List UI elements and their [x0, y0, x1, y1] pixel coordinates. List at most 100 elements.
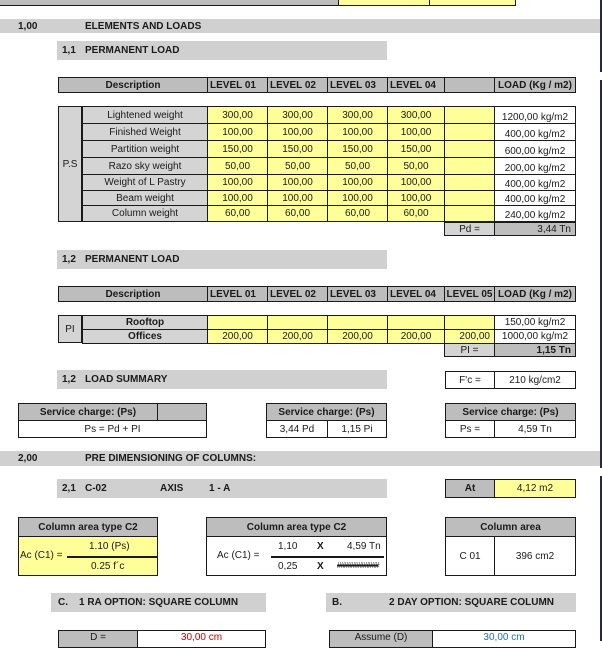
header-load: LOAD (Kg / m2)	[494, 286, 576, 302]
subsection-header-column: 2,1 C-02 AXIS 1 - A	[57, 479, 387, 498]
table1-cell-l3: 300,00	[327, 106, 388, 124]
option-c-d-label: D =	[58, 630, 138, 648]
group-label-pi: PI	[58, 315, 82, 343]
table1-cell-blank	[444, 123, 495, 141]
table1-cell-l1: 50,00	[207, 157, 268, 175]
table1-cell-blank	[444, 205, 495, 222]
table1-cell-l2: 150,00	[267, 140, 328, 158]
group-label-ps: P.S	[58, 106, 82, 222]
table1-cell-load: 600,00 kg/m2	[494, 140, 576, 158]
header-description: Description	[58, 286, 208, 302]
subsection-title: PERMANENT LOAD	[85, 45, 180, 56]
service-charge-3-value: 4,59 Tn	[494, 420, 576, 438]
table1-cell-l2: 300,00	[267, 106, 328, 124]
table1-cell-l4: 50,00	[387, 157, 445, 175]
table1-cell-l4: 300,00	[387, 106, 445, 124]
header-level-05: LEVEL 05	[444, 286, 495, 302]
header-level-03: LEVEL 03	[327, 286, 388, 302]
subsection-number: 2,1	[62, 483, 76, 494]
table2-cell-description: Offices	[82, 329, 208, 344]
top-cut-row-label	[0, 0, 338, 6]
header-level-04: LEVEL 04	[387, 77, 445, 93]
axis-label: AXIS	[160, 483, 184, 494]
numerator-multiply: X	[317, 541, 324, 552]
table1-cell-l3: 60,00	[327, 205, 388, 222]
service-charge-3-label: Ps =	[445, 420, 495, 438]
service-charge-1-blank	[157, 403, 207, 421]
table1-cell-l2: 60,00	[267, 205, 328, 222]
header-load: LOAD (Kg / m2)	[494, 77, 576, 93]
table1-cell-blank	[444, 190, 495, 206]
option-b-assume-label: Assume (D)	[329, 630, 433, 648]
header-description: Description	[58, 77, 208, 93]
option-number: C.	[58, 597, 68, 608]
table1-cell-load: 1200,00 kg/m2	[494, 106, 576, 124]
table1-cell-load: 400,00 kg/m2	[494, 174, 576, 191]
column-area-2-title: Column area type C2	[206, 517, 387, 537]
subsection-title: PERMANENT LOAD	[85, 254, 180, 265]
table1-cell-l4: 150,00	[387, 140, 445, 158]
pd-label: Pd =	[444, 222, 495, 236]
pi-value: 1,15 Tn	[494, 343, 576, 357]
column-id: C-02	[85, 483, 107, 494]
table1-cell-description: Column weight	[82, 205, 208, 222]
top-cut-row-value-1	[338, 0, 430, 6]
table2-cell-load: 1000,00 kg/m2	[494, 329, 576, 344]
table1-cell-l4: 100,00	[387, 123, 445, 141]
table1-cell-description: Lightened weight	[82, 106, 208, 124]
table1-cell-load: 400,00 kg/m2	[494, 123, 576, 141]
fc-label: F'c =	[445, 371, 495, 389]
table2-cell-l3	[327, 315, 388, 330]
denominator-fc-overflow: ############	[337, 561, 379, 570]
section-number: 2,00	[18, 453, 38, 464]
table2-cell-l3: 200,00	[327, 329, 388, 344]
option-title: 1 RA OPTION: SQUARE COLUMN	[79, 597, 239, 608]
table1-cell-blank	[444, 140, 495, 158]
numerator-factor: 1,10	[278, 541, 298, 552]
section-title: ELEMENTS AND LOADS	[85, 20, 202, 32]
header-level-01: LEVEL 01	[207, 286, 268, 302]
at-value: 4,12 m2	[494, 479, 576, 498]
table1-cell-blank	[444, 106, 495, 124]
table1-cell-l2: 100,00	[267, 190, 328, 206]
table1-cell-blank	[444, 157, 495, 175]
table1-cell-l1: 300,00	[207, 106, 268, 124]
table1-cell-l4: 100,00	[387, 174, 445, 191]
column-area-3-name: C 01	[445, 536, 495, 576]
service-charge-1-formula: Ps = Pd + PI	[18, 420, 207, 438]
option-b-assume-value: 30,00 cm	[432, 630, 576, 648]
pd-value: 3,44 Tn	[494, 222, 576, 236]
header-level-02: LEVEL 02	[267, 77, 328, 93]
fraction-bar	[67, 556, 157, 558]
header-blank	[444, 77, 495, 93]
option-c-d-value: 30,00 cm	[137, 630, 266, 648]
service-charge-3-title: Service charge: (Ps)	[445, 403, 576, 421]
header-level-04: LEVEL 04	[387, 286, 445, 302]
subsection-number: 1,1	[62, 45, 76, 56]
column-area-3-value: 396 cm2	[494, 536, 576, 576]
column-area-1-formula: Ac (C1) = 1.10 (Ps) 0.25 f´c	[18, 536, 158, 576]
table1-cell-l4: 100,00	[387, 190, 445, 206]
subsection-header-permanent-load-2: 1,2 PERMANENT LOAD	[57, 250, 387, 269]
section-number: 1,00	[18, 20, 38, 32]
table2-cell-l4: 200,00	[387, 329, 445, 344]
table2-cell-l1	[207, 315, 268, 330]
header-level-01: LEVEL 01	[207, 77, 268, 93]
table1-cell-description: Razo sky weight	[82, 157, 208, 175]
subsection-title: LOAD SUMMARY	[85, 374, 168, 385]
table1-cell-l1: 100,00	[207, 190, 268, 206]
table1-cell-l3: 100,00	[327, 174, 388, 191]
denominator-multiply: X	[317, 561, 324, 572]
fraction-bar	[271, 556, 384, 558]
numerator-ps: 4,59 Tn	[347, 541, 381, 552]
option-number: B.	[332, 597, 342, 608]
table1-cell-blank	[444, 174, 495, 191]
section-title: PRE DIMENSIONING OF COLUMNS:	[85, 453, 257, 464]
table1-cell-l2: 100,00	[267, 123, 328, 141]
table2-cell-l5	[444, 315, 495, 330]
table1-cell-l2: 50,00	[267, 157, 328, 175]
service-charge-2-pi: 1,15 Pi	[327, 420, 387, 438]
formula-denominator: 0.25 f´c	[91, 561, 125, 572]
service-charge-2-title: Service charge: (Ps)	[266, 403, 387, 421]
formula-lhs: Ac (C1) =	[217, 550, 260, 561]
